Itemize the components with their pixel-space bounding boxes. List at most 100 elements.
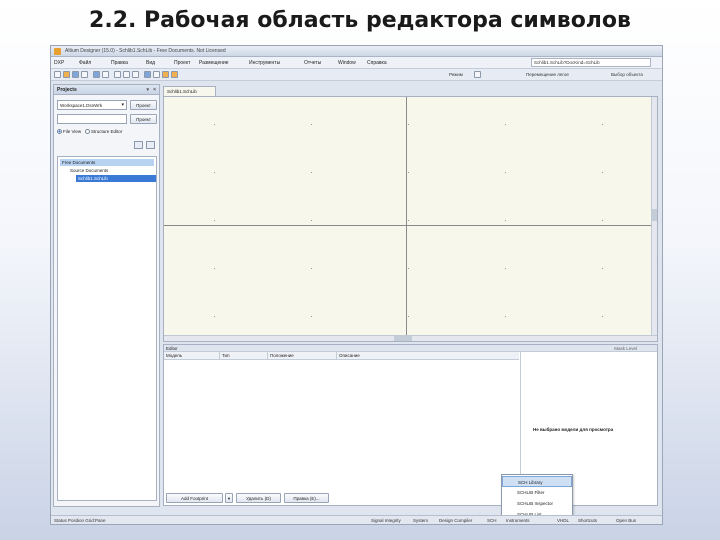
status-signal-integrity[interactable]: Signal Integrity <box>371 518 401 523</box>
redo-icon[interactable] <box>171 71 178 78</box>
workspace-select[interactable]: Workspace1.DsnWrk ▾ <box>57 100 127 110</box>
document-tab[interactable]: Schlib1.SchLib <box>163 86 216 96</box>
grid-dot <box>505 268 506 269</box>
visibility-dropdown[interactable]: Перемещение легое <box>526 72 569 77</box>
grid-dot <box>311 316 312 317</box>
status-design-compiler[interactable]: Design Compiler <box>439 518 472 523</box>
grid-dot <box>214 268 215 269</box>
document-icon[interactable] <box>146 141 155 149</box>
preview-message: Не выбрано модели для просмотра <box>533 427 614 432</box>
status-left: Status Position Grid:Pane <box>54 518 106 523</box>
grid-dot <box>311 124 312 125</box>
slide-title: 2.2. Рабочая область редактора символов <box>89 8 631 33</box>
column-type[interactable]: Тип <box>222 353 230 358</box>
paste-icon[interactable] <box>132 71 139 78</box>
scheme-dropdown[interactable]: Режим <box>449 72 463 77</box>
undo-icon[interactable] <box>162 71 169 78</box>
print-icon[interactable] <box>81 71 88 78</box>
status-instruments[interactable]: Instruments <box>506 518 530 523</box>
grid-dot <box>214 220 215 221</box>
copy-icon[interactable] <box>123 71 130 78</box>
menu-tools[interactable]: Инструменты <box>249 60 280 66</box>
add-dropdown-button[interactable]: ▾ <box>225 493 233 503</box>
menu-reports[interactable]: Отчеты <box>304 60 321 66</box>
folder-icon[interactable] <box>134 141 143 149</box>
grid-dot <box>214 316 215 317</box>
projects-panel: Projects ▾ × Workspace1.DsnWrk ▾ Проект … <box>53 84 160 507</box>
grid-dot <box>214 124 215 125</box>
mask-level-button[interactable]: Mask Level <box>614 346 637 351</box>
edit-button[interactable]: Правка (E)... <box>284 493 329 503</box>
status-system[interactable]: System <box>413 518 428 523</box>
status-open-bus[interactable]: Open Bus <box>616 518 636 523</box>
project-select[interactable] <box>57 114 127 124</box>
popup-item-schlib-inspector[interactable]: SCHLIB Inspector <box>502 498 572 509</box>
layer-icon[interactable] <box>474 71 481 78</box>
grid-dot <box>602 268 603 269</box>
canvas-y-axis <box>406 97 407 341</box>
statusbar: Status Position Grid:Pane Signal Integri… <box>51 515 662 524</box>
projects-panel-header: Projects ▾ × <box>54 85 159 95</box>
panel-pin-icon[interactable]: ▾ <box>146 87 149 93</box>
tree-item-free-documents[interactable]: Free Documents <box>60 159 154 166</box>
select-icon[interactable] <box>144 71 151 78</box>
grid-dot <box>408 220 409 221</box>
document-path-input[interactable]: Schlib1.SchLib?DocKind=SchLib <box>531 58 651 67</box>
save-icon[interactable] <box>72 71 79 78</box>
popup-item-sch-library[interactable]: SCH Library <box>502 476 572 487</box>
symbol-canvas[interactable] <box>163 96 658 342</box>
menu-file[interactable]: Файл <box>79 60 91 66</box>
tree-item-source-documents[interactable]: Source Documents <box>68 167 110 174</box>
file-view-label: File View <box>63 129 82 134</box>
canvas-vertical-scrollbar[interactable] <box>651 97 657 341</box>
file-view-radio[interactable] <box>57 129 62 135</box>
column-description[interactable]: Описание <box>339 353 360 358</box>
grid-dot <box>408 124 409 125</box>
workspace-button[interactable]: Проект <box>130 100 157 110</box>
menubar: DXP Файл Правка Вид Проект Размещение Ин… <box>51 57 662 69</box>
menu-project[interactable]: Проект <box>174 60 190 66</box>
canvas-horizontal-scrollbar[interactable] <box>164 335 657 341</box>
chevron-down-icon: ▾ <box>121 102 124 108</box>
panel-close-icon[interactable]: × <box>153 87 156 93</box>
status-sch[interactable]: SCH <box>487 518 497 523</box>
filter-dropdown[interactable]: Выбор объекта <box>611 72 643 77</box>
status-shortcuts[interactable]: Shortcuts <box>578 518 597 523</box>
structure-editor-label: Structure Editor <box>90 129 123 134</box>
new-icon[interactable] <box>54 71 61 78</box>
status-vhdl[interactable]: VHDL <box>557 518 569 523</box>
tree-item-schlib[interactable]: Schlib1.SchLib <box>76 175 156 182</box>
column-location[interactable]: Положение <box>270 353 294 358</box>
menu-help[interactable]: Справка <box>367 60 387 66</box>
canvas-x-axis <box>164 225 657 226</box>
project-tree: Free Documents Source Documents Schlib1.… <box>57 156 157 501</box>
cut-icon[interactable] <box>114 71 121 78</box>
menu-edit[interactable]: Правка <box>111 60 128 66</box>
editor-header: Editor Mask Level <box>164 345 657 352</box>
grid-dot <box>505 316 506 317</box>
grid-dot <box>311 172 312 173</box>
menu-window[interactable]: Window <box>338 60 356 66</box>
add-footprint-button[interactable]: Add Footprint <box>166 493 223 503</box>
grid-dot <box>408 172 409 173</box>
menu-place[interactable]: Размещение <box>199 60 229 66</box>
model-editor-panel: Editor Mask Level Модель Тип Положение О… <box>163 344 658 506</box>
project-button[interactable]: Проект <box>130 114 157 124</box>
delete-button[interactable]: Удалить (D) <box>236 493 281 503</box>
workspace-select-value: Workspace1.DsnWrk <box>60 103 103 108</box>
column-model[interactable]: Модель <box>166 353 182 358</box>
popup-item-schlib-filter[interactable]: SCHLIB Filter <box>502 487 572 498</box>
move-icon[interactable] <box>153 71 160 78</box>
zoom-icon[interactable] <box>93 71 100 78</box>
grid-dot <box>311 220 312 221</box>
structure-editor-radio[interactable] <box>84 129 90 135</box>
menu-view[interactable]: Вид <box>146 60 155 66</box>
window-titlebar: Altium Designer (15.0) - Schlib1.SchLib … <box>51 46 662 57</box>
altium-window: Altium Designer (15.0) - Schlib1.SchLib … <box>50 45 663 525</box>
grid-dot <box>311 268 312 269</box>
open-icon[interactable] <box>63 71 70 78</box>
menu-dxp[interactable]: DXP <box>54 60 64 66</box>
editor-buttons: Add Footprint ▾ Удалить (D) Правка (E)..… <box>166 493 516 503</box>
zoom-fit-icon[interactable] <box>102 71 109 78</box>
editor-title: Editor <box>166 346 178 351</box>
